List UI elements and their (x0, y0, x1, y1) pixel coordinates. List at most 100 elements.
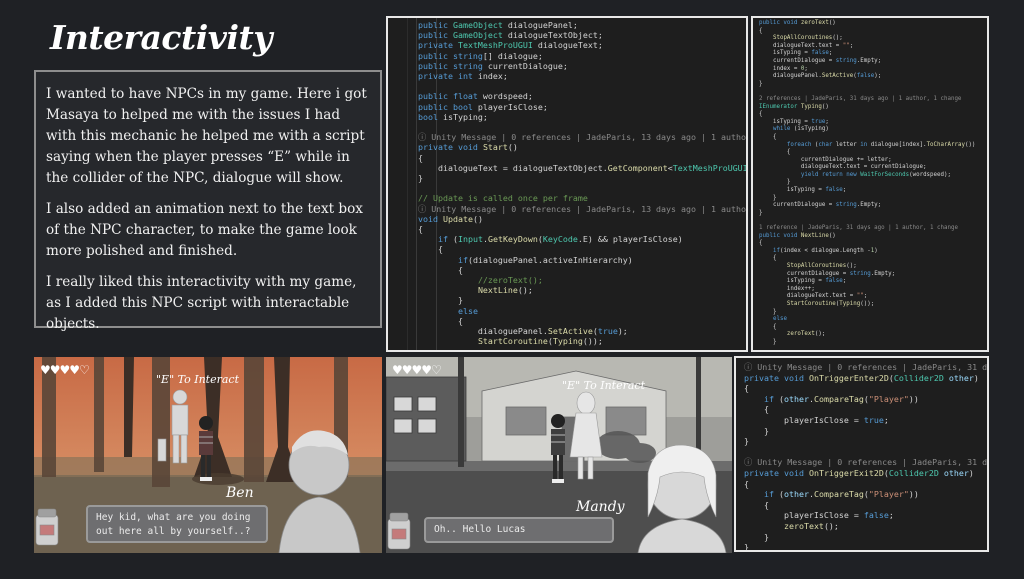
code-line: } (759, 194, 777, 201)
code-line: dialogueText.text = currentDialogue; (759, 164, 927, 171)
code-line: else (772, 316, 787, 323)
code-line: currentDialogue += letter; (759, 156, 892, 163)
code-line: playerIsClose = true; (744, 414, 889, 425)
code-line: { (744, 383, 749, 394)
code-line: } (759, 80, 763, 87)
code-line: { (398, 244, 443, 255)
code-line: currentDialogue = string.Empty; (759, 57, 882, 64)
code-line: public void NextLine() (759, 232, 836, 239)
code-line: { (744, 499, 769, 510)
code-line: isTyping = false; (759, 50, 833, 57)
description-paragraph-2: I also added an animation next to the te… (46, 201, 363, 259)
code-panel-trigger: ⓘ Unity Message | 0 references | JadePar… (734, 356, 989, 552)
npc-name: Mandy (576, 499, 625, 515)
description-paragraph-1: I wanted to have NPCs in my game. Here i… (46, 86, 367, 186)
dialogue-text: Oh.. Hello Lucas (434, 524, 526, 535)
code-line: void Update() (417, 213, 483, 224)
code-line: public string currentDialogue; (417, 60, 568, 71)
code-line: public void zeroText() (759, 20, 836, 26)
code-line: currentDialogue = string.Empty; (759, 202, 882, 209)
code-line: { (398, 224, 423, 235)
code-line: isTyping = false; (759, 278, 847, 285)
code-line: dialogueText.text = ""; (759, 293, 868, 300)
code-line: StopAllCoroutines(); (786, 263, 857, 269)
code-line: } (398, 173, 423, 184)
code-line: private void OnTriggerEnter2D(Collider2D… (744, 372, 979, 383)
code-line: } (744, 531, 769, 542)
code-line: index = 0; (759, 65, 808, 72)
code-line: 1 reference | JadeParis, 31 days ago | 1… (759, 225, 958, 232)
code-line: ⓘ Unity Message | 0 references | JadePar… (417, 203, 746, 214)
code-line: playerIsClose = false; (744, 510, 894, 521)
code-panel-side: public void zeroText(){ StopAllCoroutine… (751, 16, 989, 352)
code-line: dialogueText = dialogueTextObject.GetCom… (398, 162, 748, 173)
health-hearts: ♥♥♥♥♡ (40, 363, 90, 377)
code-line: { (759, 111, 763, 118)
code-line: private void Start() (417, 142, 518, 153)
code-block-main: public GameObject dialoguePanel; public … (398, 20, 748, 347)
code-block-side: public void zeroText(){ StopAllCoroutine… (759, 20, 975, 347)
code-line: bool isTyping; (417, 111, 488, 122)
code-line: else (457, 305, 478, 316)
game-screenshot-ben: ♥♥♥♥♡ "E" To Interact Ben Hey kid, what … (34, 357, 382, 553)
description-paragraph-3: I really liked this interactivity with m… (46, 274, 357, 332)
code-line: IEnumerator Typing() (759, 103, 829, 110)
code-line: ⓘ Unity Message | 0 references | JadePar… (417, 132, 746, 143)
code-line: 2 references | JadeParis, 31 days ago | … (759, 95, 962, 102)
code-line: yield return new WaitForSeconds(wordspee… (800, 171, 951, 178)
code-line: { (398, 315, 463, 326)
game-screenshot-mandy: ♥♥♥♥♡ "E" To Interact Mandy Oh.. Hello L… (386, 357, 732, 553)
code-line: { (759, 240, 763, 247)
code-line: NextLine(); (477, 285, 533, 296)
code-line: public bool playerIsClose; (417, 101, 548, 112)
code-line: { (759, 27, 763, 34)
interact-hint: "E" To Interact (156, 373, 240, 386)
description-box: I wanted to have NPCs in my game. Here i… (34, 70, 382, 332)
code-line: { (759, 133, 777, 140)
code-line: ⓘ Unity Message | 0 references | JadePar… (744, 362, 988, 372)
code-line: } (759, 308, 777, 315)
code-line: public string[] dialogue; (417, 50, 543, 61)
code-line: if (Input.GetKeyDown(KeyCode.E) && playe… (437, 234, 683, 245)
code-line: } (759, 179, 791, 186)
code-panel-main: public GameObject dialoguePanel; public … (386, 16, 748, 352)
code-line: private TextMeshProUGUI dialogueText; (417, 40, 603, 51)
code-line: // Update is called once per frame (417, 193, 588, 204)
code-line: zeroText(); (786, 331, 826, 338)
code-line: } (759, 338, 777, 345)
code-line: if (other.CompareTag("Player")) (763, 393, 919, 404)
code-line: index++; (759, 285, 815, 292)
interact-hint: "E" To Interact (562, 379, 646, 392)
code-line: { (759, 323, 777, 330)
dialogue-box: Oh.. Hello Lucas (424, 517, 614, 543)
code-line: private void OnTriggerExit2D(Collider2D … (744, 467, 974, 478)
code-line: public float wordspeed; (417, 91, 533, 102)
code-line: dialoguePanel.SetActive(true); (398, 326, 628, 337)
code-line: public GameObject dialogueTextObject; (417, 30, 603, 41)
code-line: { (744, 478, 749, 489)
code-line: } (744, 436, 749, 447)
code-line: } (759, 209, 763, 216)
code-line: if(index < dialogue.Length -1) (772, 247, 878, 254)
code-line: currentDialogue = string.Empty; (759, 270, 896, 277)
code-line: { (398, 152, 423, 163)
code-line: StartCoroutine(Typing()); (786, 300, 875, 307)
code-line: } (744, 542, 749, 552)
code-line: } (744, 425, 769, 436)
code-line: { (759, 149, 791, 156)
code-line: isTyping = false; (759, 187, 847, 194)
code-line: { (398, 264, 463, 275)
code-line: while (isTyping) (772, 126, 829, 133)
code-line: { (759, 255, 777, 262)
code-line: //zeroText(); (477, 275, 543, 286)
code-line: StopAllCoroutines(); (772, 35, 843, 42)
code-line: if (other.CompareTag("Player")) (763, 489, 919, 500)
page-title: Interactivity (50, 18, 272, 57)
dialogue-text: Hey kid, what are you doing out here all… (96, 512, 251, 537)
code-line: foreach (char letter in dialogue[index].… (786, 141, 976, 148)
health-hearts: ♥♥♥♥♡ (392, 363, 442, 377)
